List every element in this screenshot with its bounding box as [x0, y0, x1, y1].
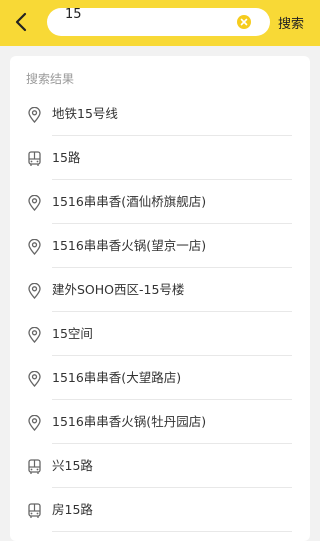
- location-pin-icon: [27, 282, 42, 299]
- result-item[interactable]: 1516串串香(酒仙桥旗舰店): [10, 180, 310, 224]
- clear-search-button[interactable]: [237, 15, 251, 29]
- location-pin-icon: [27, 326, 42, 343]
- search-button[interactable]: 搜索: [278, 13, 314, 33]
- result-item[interactable]: 1516串串香火锅(望京一店): [10, 224, 310, 268]
- bus-icon: [27, 502, 42, 519]
- result-label: 1516串串香(酒仙桥旗舰店): [52, 194, 207, 209]
- location-pin-icon: [27, 370, 42, 387]
- result-item[interactable]: 15路: [10, 136, 310, 180]
- search-box: [47, 1, 270, 36]
- result-label: 建外SOHO西区-15号楼: [52, 282, 185, 297]
- result-item[interactable]: 1516串串香火锅(牡丹园店): [10, 400, 310, 444]
- bus-icon: [27, 458, 42, 475]
- location-pin-icon: [27, 414, 42, 431]
- result-item[interactable]: 1516串串香(大望路店): [10, 356, 310, 400]
- clear-icon: [240, 18, 248, 26]
- result-label: 15路: [52, 150, 81, 165]
- result-label: 兴15路: [52, 458, 93, 473]
- result-item[interactable]: 地铁15号线: [10, 92, 310, 136]
- result-label: 地铁15号线: [52, 106, 118, 121]
- top-bar: 搜索: [0, 0, 320, 46]
- back-button[interactable]: [8, 8, 34, 36]
- search-input[interactable]: [65, 1, 225, 29]
- results-title: 搜索结果: [26, 72, 75, 86]
- result-label: 房15路: [52, 502, 93, 517]
- chevron-left-icon: [15, 12, 27, 32]
- results-list: 地铁15号线 15路 1516串串香(酒仙桥旗舰店) 1516串串香火锅(望京一…: [10, 92, 310, 532]
- result-item[interactable]: 15空间: [10, 312, 310, 356]
- result-item[interactable]: 房15路: [10, 488, 310, 532]
- result-label: 1516串串香火锅(望京一店): [52, 238, 207, 253]
- result-item[interactable]: 建外SOHO西区-15号楼: [10, 268, 310, 312]
- location-pin-icon: [27, 194, 42, 211]
- search-results-panel: 搜索结果 地铁15号线 15路 1516串串香(酒仙桥旗舰店) 1516串串香火…: [10, 56, 310, 541]
- result-item[interactable]: 兴15路: [10, 444, 310, 488]
- bus-icon: [27, 150, 42, 167]
- location-pin-icon: [27, 106, 42, 123]
- result-label: 1516串串香(大望路店): [52, 370, 182, 385]
- result-label: 1516串串香火锅(牡丹园店): [52, 414, 207, 429]
- location-pin-icon: [27, 238, 42, 255]
- result-label: 15空间: [52, 326, 93, 341]
